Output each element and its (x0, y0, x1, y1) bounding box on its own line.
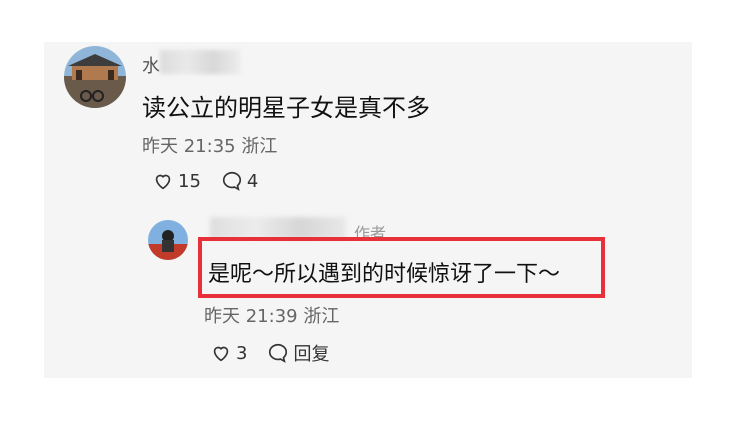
commenter-username[interactable]: 水 (142, 52, 161, 78)
reply-label: 回复 (293, 344, 330, 365)
heart-outline-icon (155, 174, 171, 190)
like-button[interactable]: 15 (152, 170, 201, 192)
username-blur-mask (160, 50, 240, 74)
like-count: 15 (178, 170, 201, 192)
comment-bubble-icon (269, 343, 288, 363)
reply-count: 4 (246, 170, 259, 192)
reply-like-button[interactable]: 3 (210, 342, 247, 364)
comment-time: 昨天 21:35 (142, 136, 236, 157)
reply-actions: 3 回复 (210, 340, 329, 366)
reply-location: 浙江 (303, 306, 340, 327)
reply-count-button[interactable]: 4 (221, 170, 258, 192)
heart-outline-icon (213, 346, 229, 362)
author-avatar[interactable] (148, 220, 188, 260)
reply-meta: 昨天 21:39 浙江 (204, 302, 339, 328)
comment-text: 读公立的明星子女是真不多 (142, 94, 430, 122)
commenter-avatar[interactable] (64, 46, 126, 108)
comment-bubble-icon (222, 171, 241, 191)
reply-like-count: 3 (236, 342, 248, 364)
comment-location: 浙江 (241, 136, 278, 157)
comment-meta: 昨天 21:35 浙江 (142, 132, 277, 158)
comment-actions: 15 4 (152, 170, 258, 192)
reply-time: 昨天 21:39 (204, 306, 298, 327)
reply-button[interactable]: 回复 (267, 340, 329, 366)
author-name-blur-mask (210, 217, 346, 239)
reply-text: 是呢～所以遇到的时候惊讶了一下～ (208, 262, 561, 287)
